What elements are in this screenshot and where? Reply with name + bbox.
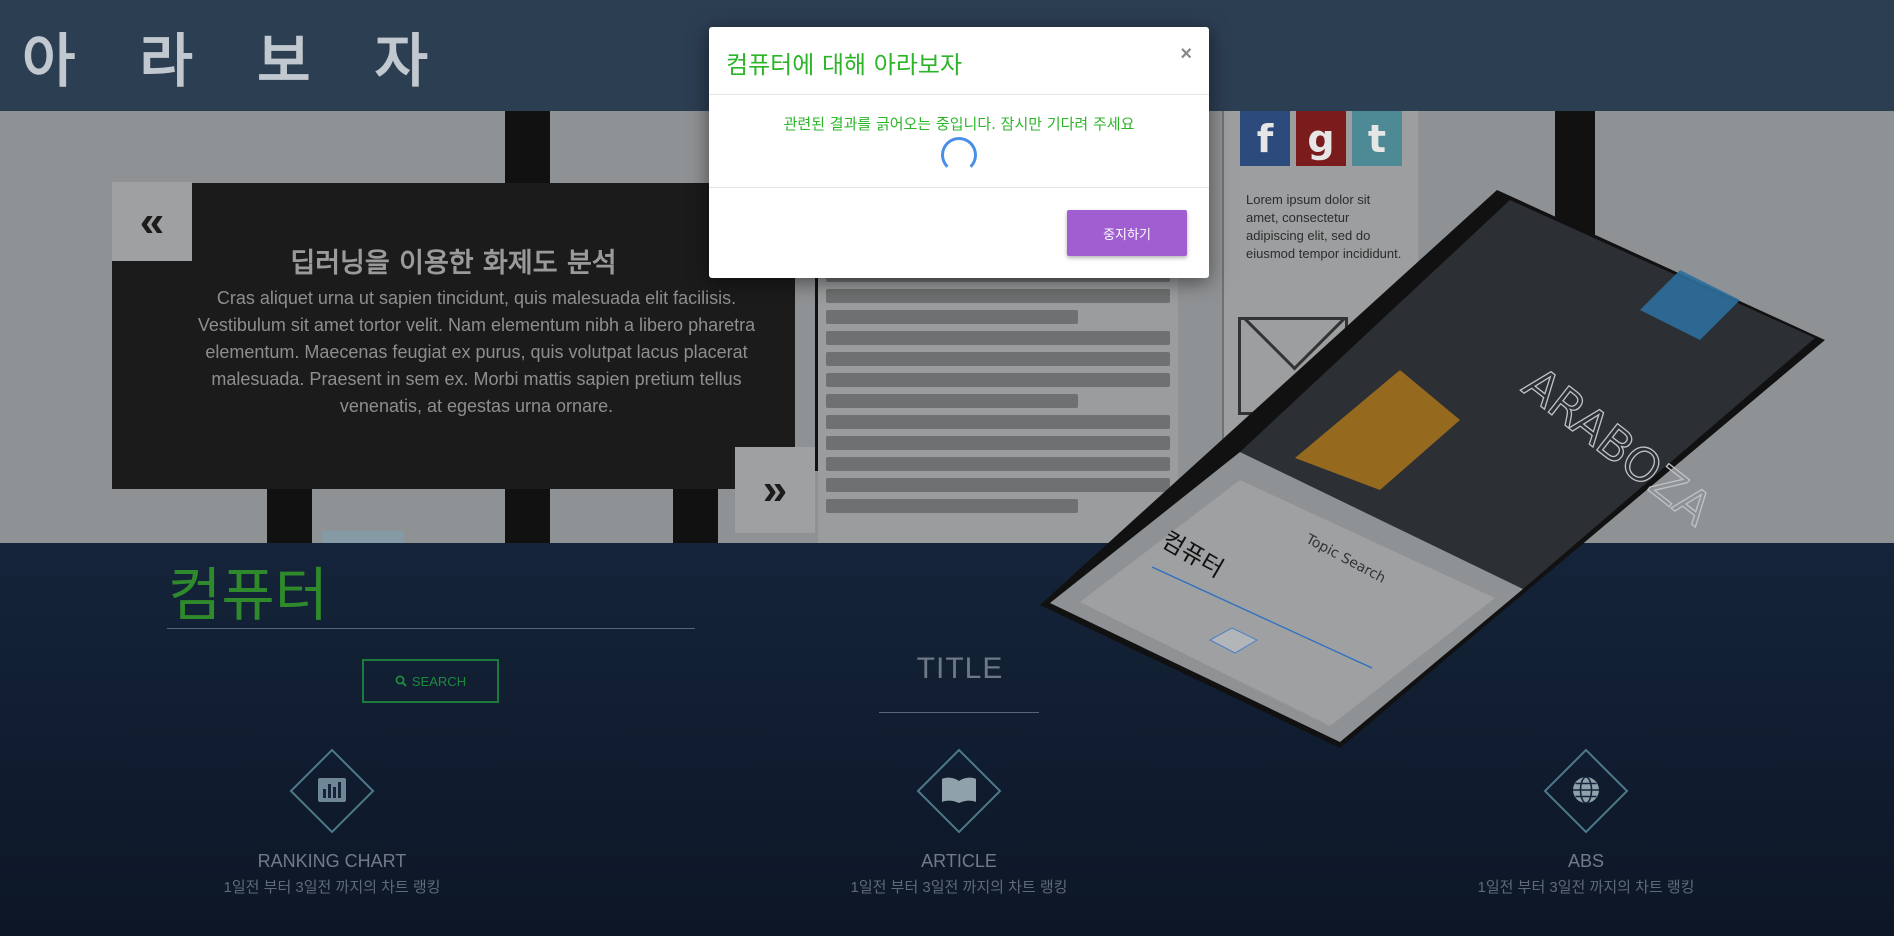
feature-title: ABS: [1567, 851, 1605, 871]
feature-subtitle: 1일전 부터 3일전 까지의 차트 랭킹: [223, 879, 441, 896]
section-title: 컴퓨터: [168, 561, 329, 629]
feature-article[interactable]: ARTICLE 1일전 부터 3일전 까지의 차트 랭킹: [809, 748, 1109, 897]
stop-button[interactable]: 중지하기: [1067, 210, 1187, 256]
site-logo[interactable]: 아 라 보 자: [22, 14, 450, 98]
loading-spinner-icon: [941, 137, 977, 173]
center-title: TITLE: [916, 652, 1004, 685]
search-button-label: SEARCH: [411, 673, 467, 689]
loading-message: 관련된 결과를 긁어오는 중입니다. 잠시만 기다려 주세요: [783, 115, 1135, 133]
divider: [879, 712, 1039, 713]
modal-header: 컴퓨터에 대해 아라보자 ×: [709, 27, 1209, 95]
slider-next-button[interactable]: »: [735, 447, 815, 533]
globe-icon: [1573, 776, 1599, 804]
search-button[interactable]: SEARCH: [362, 659, 499, 703]
feature-subtitle: 1일전 부터 3일전 까지의 차트 랭킹: [850, 879, 1068, 896]
feature-title: RANKING CHART: [257, 851, 407, 871]
decor-strip: [322, 531, 404, 543]
slide-body: Cras aliquet urna ut sapien tincidunt, q…: [197, 288, 756, 416]
feature-title: ARTICLE: [921, 851, 997, 871]
google-plus-icon[interactable]: g: [1296, 111, 1346, 166]
divider: [709, 187, 1209, 188]
feature-abs[interactable]: ABS 1일전 부터 3일전 까지의 차트 랭킹: [1436, 748, 1736, 897]
book-icon: [942, 777, 976, 803]
divider: [167, 628, 695, 629]
tumblr-icon[interactable]: t: [1352, 111, 1402, 166]
feature-ranking-chart[interactable]: RANKING CHART 1일전 부터 3일전 까지의 차트 랭킹: [182, 748, 482, 897]
slide-title: 딥러닝을 이용한 화제도 분석: [290, 248, 617, 279]
facebook-icon[interactable]: f: [1240, 111, 1290, 166]
feature-subtitle: 1일전 부터 3일전 까지의 차트 랭킹: [1477, 879, 1695, 896]
search-icon: [395, 675, 407, 687]
close-icon[interactable]: ×: [1180, 43, 1192, 66]
modal-title: 컴퓨터에 대해 아라보자: [726, 51, 963, 79]
bar-chart-icon: [318, 778, 346, 802]
loading-modal: 컴퓨터에 대해 아라보자 × 관련된 결과를 긁어오는 중입니다. 잠시만 기다…: [709, 27, 1209, 278]
